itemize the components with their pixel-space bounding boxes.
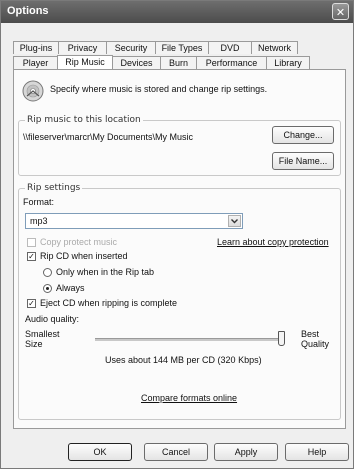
compare-formats-link[interactable]: Compare formats online xyxy=(141,393,237,403)
rip-when-inserted-label: Rip CD when inserted xyxy=(40,251,128,261)
title-bar[interactable]: Options ✕ xyxy=(1,1,353,23)
eject-checkbox[interactable]: ✓ xyxy=(27,299,36,308)
always-radio[interactable] xyxy=(43,284,52,293)
cd-rip-icon xyxy=(22,80,44,102)
tab-dvd[interactable]: DVD xyxy=(208,41,252,54)
apply-button[interactable]: Apply xyxy=(214,443,278,461)
rip-location-group: Rip music to this location \\fileserver\… xyxy=(18,115,341,176)
rip-settings-legend: Rip settings xyxy=(25,183,83,193)
tab-burn[interactable]: Burn xyxy=(160,56,197,69)
best-quality-label: Best xyxy=(301,329,320,339)
slider-thumb[interactable] xyxy=(278,331,285,346)
only-rip-tab-radio[interactable] xyxy=(43,268,52,277)
options-dialog: Options ✕ Plug-ins Privacy Security File… xyxy=(0,0,354,469)
tab-privacy[interactable]: Privacy xyxy=(58,41,107,54)
usage-text: Uses about 144 MB per CD (320 Kbps) xyxy=(105,355,262,365)
format-select[interactable]: mp3 xyxy=(25,213,243,229)
tab-plug-ins[interactable]: Plug-ins xyxy=(13,41,59,54)
cancel-button[interactable]: Cancel xyxy=(144,443,208,461)
audio-quality-label: Audio quality: xyxy=(25,314,80,324)
rip-when-inserted-checkbox[interactable]: ✓ xyxy=(27,252,36,261)
best-quality-label-2: Quality xyxy=(301,339,330,349)
tab-row-bottom: Player Rip Music Devices Burn Performanc… xyxy=(13,55,310,70)
audio-quality-slider[interactable] xyxy=(95,330,285,350)
window-title: Options xyxy=(7,5,49,17)
tab-file-types[interactable]: File Types xyxy=(155,41,209,54)
format-select-value: mp3 xyxy=(30,216,48,226)
smallest-size-label: Smallest xyxy=(25,329,60,339)
eject-label: Eject CD when ripping is complete xyxy=(40,298,178,308)
help-button[interactable]: Help xyxy=(285,443,349,461)
tab-security[interactable]: Security xyxy=(106,41,156,54)
rip-location-legend: Rip music to this location xyxy=(25,115,143,125)
only-rip-tab-label: Only when in the Rip tab xyxy=(56,267,155,277)
close-button[interactable]: ✕ xyxy=(332,3,349,20)
copy-protect-checkbox[interactable] xyxy=(27,238,36,247)
always-label: Always xyxy=(56,283,85,293)
slider-track xyxy=(95,338,285,341)
copy-protection-link[interactable]: Learn about copy protection xyxy=(217,237,329,247)
tab-row-top: Plug-ins Privacy Security File Types DVD… xyxy=(13,41,298,54)
tab-performance[interactable]: Performance xyxy=(196,56,267,69)
rip-location-path: \\fileserver\marcr\My Documents\My Music xyxy=(23,132,194,142)
rip-music-panel: Specify where music is stored and change… xyxy=(13,69,346,429)
tab-network[interactable]: Network xyxy=(251,41,298,54)
rip-settings-group: Rip settings Format: mp3 Copy protect mu… xyxy=(18,183,341,420)
header-description: Specify where music is stored and change… xyxy=(50,84,268,94)
change-button[interactable]: Change... xyxy=(272,126,334,144)
format-label: Format: xyxy=(23,197,55,207)
tab-rip-music[interactable]: Rip Music xyxy=(57,55,113,70)
copy-protect-label: Copy protect music xyxy=(40,237,118,247)
tab-library[interactable]: Library xyxy=(266,56,310,69)
ok-button[interactable]: OK xyxy=(68,443,132,461)
tab-devices[interactable]: Devices xyxy=(112,56,161,69)
tab-player[interactable]: Player xyxy=(13,56,58,69)
chevron-down-icon[interactable] xyxy=(228,215,241,227)
file-name-button[interactable]: File Name... xyxy=(272,152,334,170)
smallest-size-label-2: Size xyxy=(25,339,43,349)
